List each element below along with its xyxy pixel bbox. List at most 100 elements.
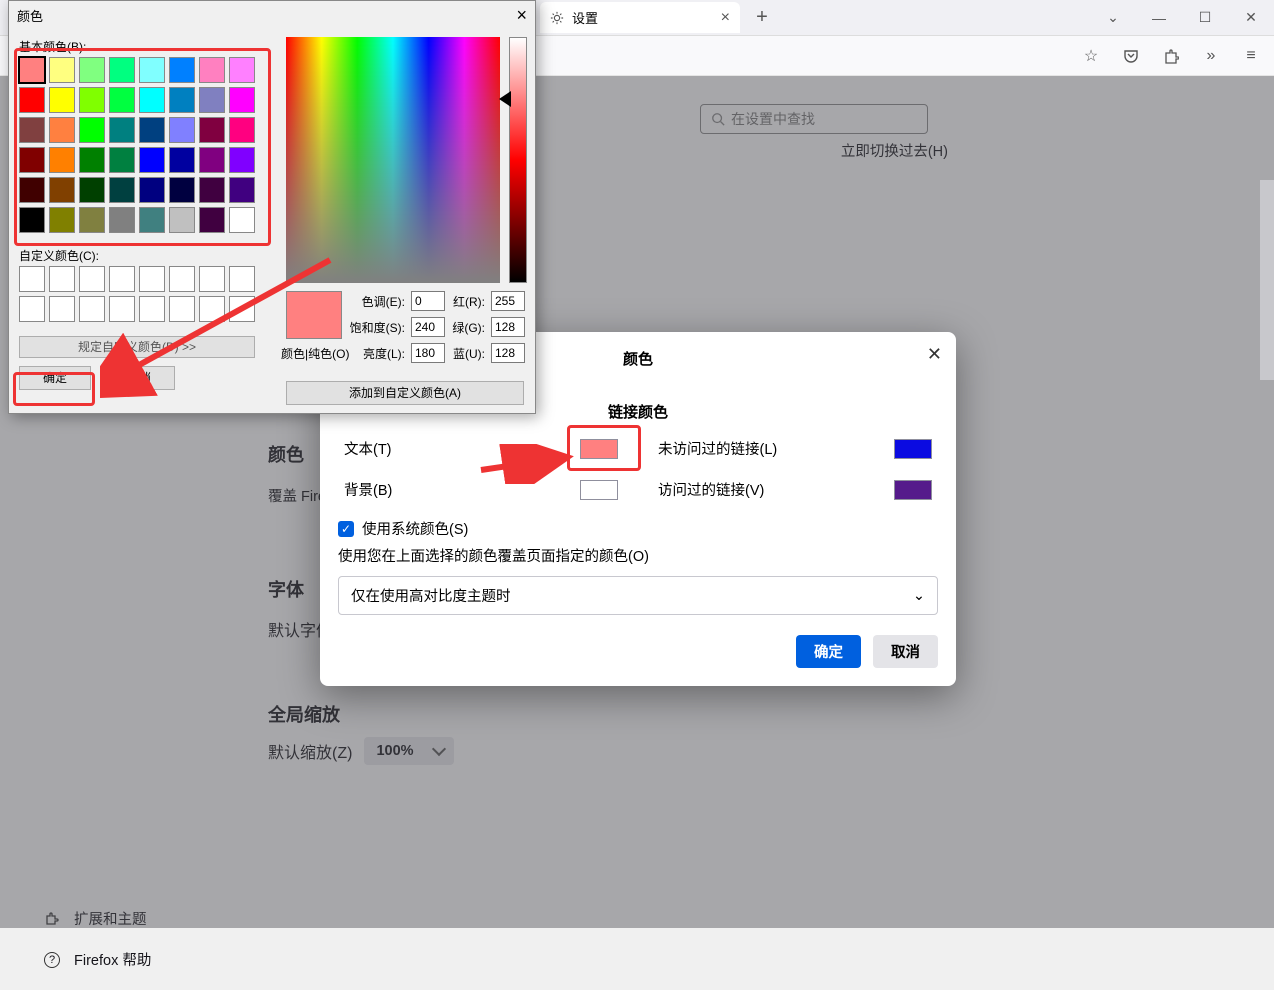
basic-color-swatch[interactable] [19,57,45,83]
modal-ok-button[interactable]: 确定 [796,635,861,668]
g-input[interactable] [491,317,525,337]
picker-ok-button[interactable]: 确定 [19,366,91,390]
colors-modal-close[interactable]: ✕ [927,344,942,365]
basic-color-swatch[interactable] [229,207,255,233]
basic-color-swatch[interactable] [139,117,165,143]
overflow-icon[interactable]: » [1202,47,1220,65]
basic-color-swatch[interactable] [229,117,255,143]
modal-cancel-button[interactable]: 取消 [873,635,938,668]
basic-color-swatch[interactable] [109,57,135,83]
basic-color-swatch[interactable] [139,177,165,203]
basic-color-swatch[interactable] [199,177,225,203]
custom-color-slot[interactable] [199,296,225,322]
basic-color-swatch[interactable] [199,207,225,233]
visited-link-swatch[interactable] [894,480,932,500]
basic-color-swatch[interactable] [49,147,75,173]
color-spectrum[interactable] [286,37,500,283]
add-to-custom-button[interactable]: 添加到自定义颜色(A) [286,381,524,405]
maximize-button[interactable]: ☐ [1182,0,1228,36]
custom-color-slot[interactable] [49,296,75,322]
basic-color-swatch[interactable] [79,207,105,233]
define-custom-button[interactable]: 规定自定义颜色(D) >> [19,336,255,358]
basic-color-swatch[interactable] [19,147,45,173]
pocket-icon[interactable] [1122,47,1140,65]
picker-cancel-button[interactable]: 取消 [103,366,175,390]
picker-close-button[interactable]: × [516,5,527,26]
basic-color-swatch[interactable] [169,147,195,173]
sidebar-help[interactable]: ? Firefox 帮助 [44,949,151,970]
custom-color-slot[interactable] [79,266,105,292]
basic-color-swatch[interactable] [109,147,135,173]
custom-color-slot[interactable] [229,296,255,322]
lum-input[interactable] [411,343,445,363]
custom-color-slot[interactable] [199,266,225,292]
basic-color-swatch[interactable] [139,207,165,233]
custom-color-slot[interactable] [139,266,165,292]
basic-color-swatch[interactable] [109,177,135,203]
custom-color-slot[interactable] [229,266,255,292]
dropdown-caret-icon[interactable]: ⌄ [1090,0,1136,36]
custom-color-slot[interactable] [19,296,45,322]
window-close-button[interactable]: ✕ [1228,0,1274,36]
basic-color-swatch[interactable] [19,117,45,143]
basic-color-swatch[interactable] [109,207,135,233]
override-select[interactable]: 仅在使用高对比度主题时 ⌄ [338,576,938,615]
basic-color-swatch[interactable] [49,177,75,203]
basic-color-swatch[interactable] [229,177,255,203]
r-input[interactable] [491,291,525,311]
hue-input[interactable] [411,291,445,311]
bookmark-star-icon[interactable]: ☆ [1082,47,1100,65]
custom-color-slot[interactable] [19,266,45,292]
tab-close-icon[interactable]: × [721,9,730,27]
basic-color-swatch[interactable] [139,87,165,113]
tab-settings[interactable]: 设置 × [540,2,740,33]
custom-color-slot[interactable] [109,266,135,292]
custom-color-slot[interactable] [49,266,75,292]
unvisited-link-swatch[interactable] [894,439,932,459]
basic-color-swatch[interactable] [199,57,225,83]
custom-color-slot[interactable] [169,266,195,292]
basic-color-swatch[interactable] [199,87,225,113]
scrollbar[interactable] [1260,180,1274,380]
basic-color-swatch[interactable] [169,207,195,233]
basic-color-swatch[interactable] [109,117,135,143]
basic-color-swatch[interactable] [79,57,105,83]
basic-color-swatch[interactable] [229,147,255,173]
use-system-colors-checkbox[interactable]: ✓ 使用系统颜色(S) [338,518,938,539]
luminance-slider[interactable] [509,37,527,283]
basic-color-swatch[interactable] [49,87,75,113]
basic-color-swatch[interactable] [79,177,105,203]
minimize-button[interactable]: — [1136,0,1182,36]
basic-color-swatch[interactable] [169,57,195,83]
b-input[interactable] [491,343,525,363]
basic-color-swatch[interactable] [49,57,75,83]
hamburger-menu-icon[interactable]: ≡ [1242,47,1260,65]
basic-color-swatch[interactable] [229,57,255,83]
custom-color-slot[interactable] [109,296,135,322]
basic-color-swatch[interactable] [139,147,165,173]
basic-color-swatch[interactable] [79,147,105,173]
basic-color-swatch[interactable] [19,87,45,113]
basic-color-swatch[interactable] [229,87,255,113]
basic-color-swatch[interactable] [109,87,135,113]
basic-color-swatch[interactable] [199,147,225,173]
basic-color-swatch[interactable] [49,207,75,233]
custom-color-slot[interactable] [139,296,165,322]
extensions-icon[interactable] [1162,47,1180,65]
basic-color-swatch[interactable] [19,207,45,233]
basic-color-swatch[interactable] [169,117,195,143]
basic-color-swatch[interactable] [169,87,195,113]
background-color-swatch[interactable] [580,480,618,500]
custom-color-slot[interactable] [79,296,105,322]
basic-color-swatch[interactable] [169,177,195,203]
basic-color-swatch[interactable] [139,57,165,83]
text-color-swatch[interactable] [580,439,618,459]
basic-color-swatch[interactable] [19,177,45,203]
custom-color-slot[interactable] [169,296,195,322]
new-tab-button[interactable]: + [748,6,776,29]
basic-color-swatch[interactable] [79,87,105,113]
basic-color-swatch[interactable] [79,117,105,143]
sat-input[interactable] [411,317,445,337]
basic-color-swatch[interactable] [199,117,225,143]
basic-color-swatch[interactable] [49,117,75,143]
